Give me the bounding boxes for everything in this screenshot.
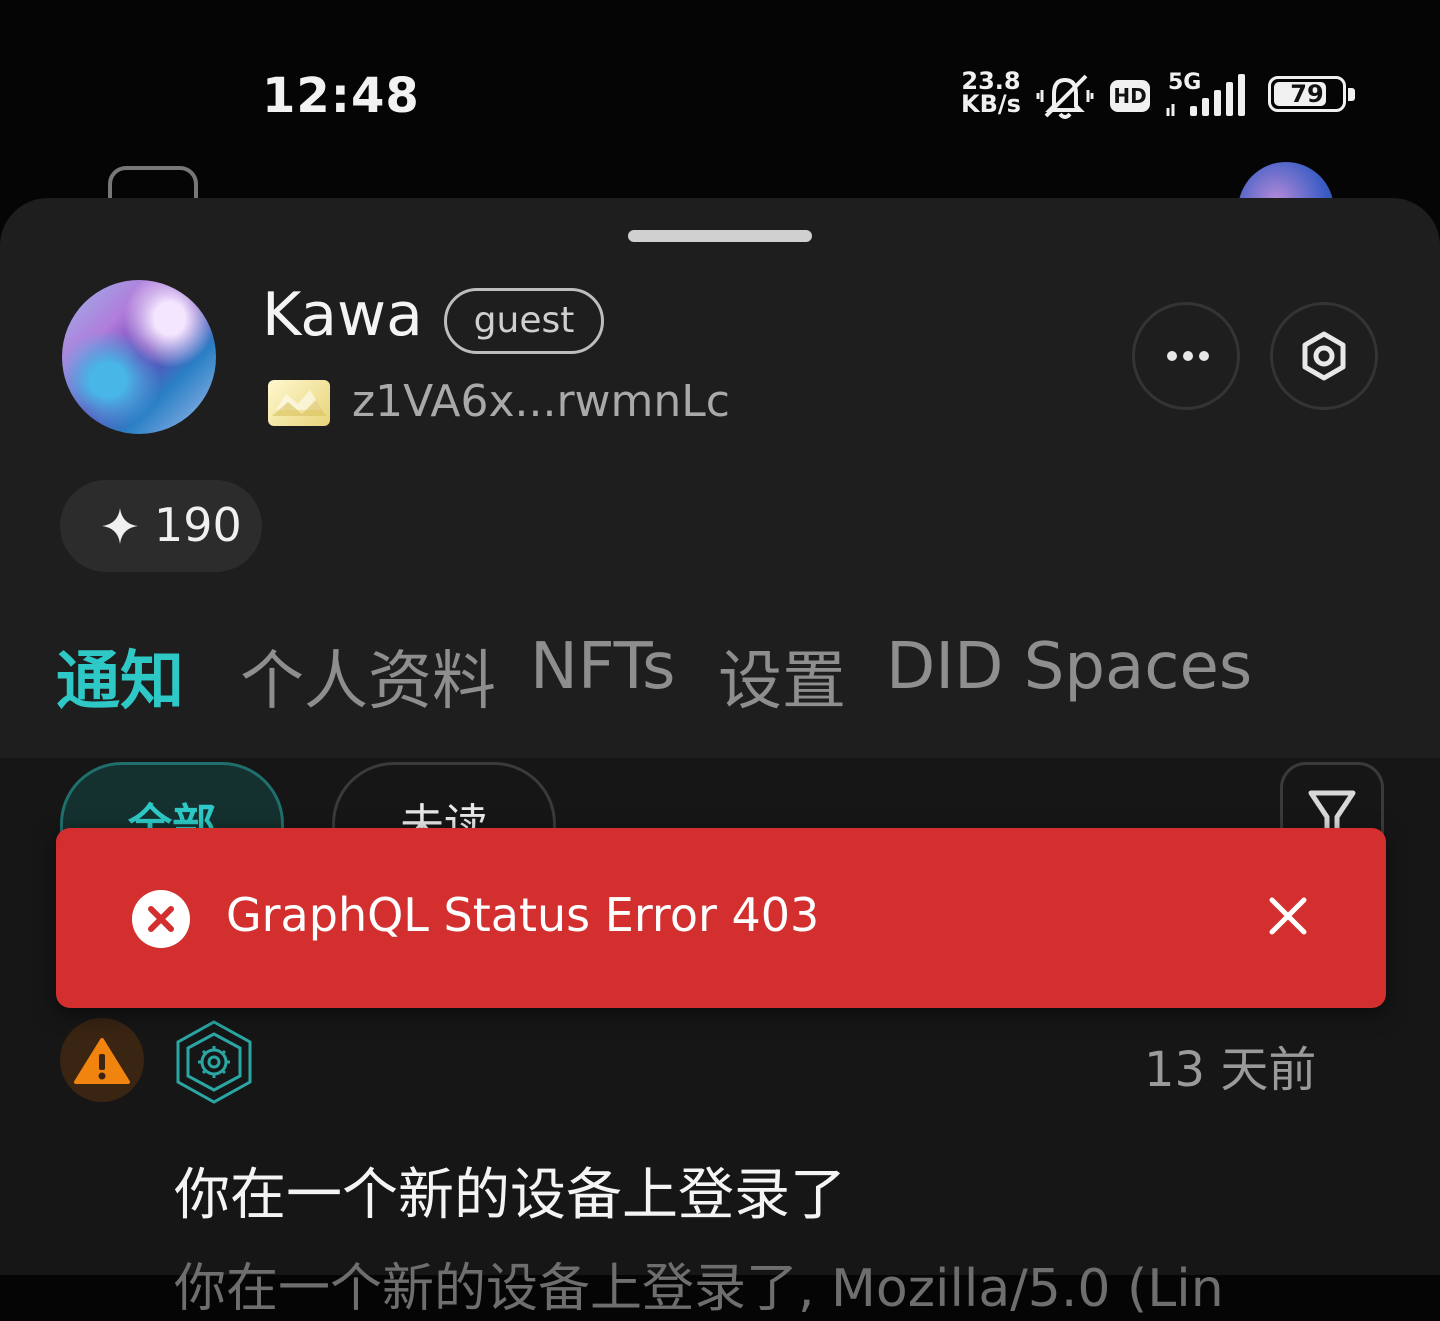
error-toast: GraphQL Status Error 403 (56, 828, 1386, 1008)
gear-icon (1302, 331, 1346, 381)
close-icon[interactable] (1266, 894, 1310, 938)
drag-handle[interactable] (628, 230, 812, 242)
did-icon (268, 380, 330, 426)
notification-title[interactable]: 你在一个新的设备上登录了 (174, 1150, 846, 1231)
sparkle-icon (102, 508, 138, 544)
error-icon (132, 890, 190, 948)
network-speed: 23.8 KB/s (958, 69, 1024, 118)
status-time: 12:48 (262, 68, 420, 124)
battery-level: 79 (1290, 80, 1324, 108)
points-chip[interactable]: 190 (60, 480, 262, 572)
tab-notifications[interactable]: 通知 (56, 630, 184, 722)
tab-profile[interactable]: 个人资料 (240, 630, 496, 722)
mute-icon (1036, 74, 1094, 119)
tab-did-spaces[interactable]: DID Spaces (886, 630, 1252, 704)
user-name: Kawa (262, 280, 423, 350)
tab-bar: 通知 个人资料 NFTs 设置 DID Spaces (0, 622, 1440, 762)
profile-sheet: Kawa guest z1VA6x...rwmnLc 190 通知 个人资料 N… (0, 198, 1440, 1275)
network-speed-unit: KB/s (961, 90, 1021, 118)
error-message: GraphQL Status Error 403 (226, 888, 820, 942)
notification-time: 13 天前 (1144, 1042, 1317, 1098)
warning-icon (60, 1018, 144, 1102)
more-icon (1167, 351, 1209, 361)
battery-cap (1348, 88, 1355, 101)
role-badge: guest (444, 288, 604, 354)
points-value: 190 (154, 498, 242, 552)
did-address[interactable]: z1VA6x...rwmnLc (352, 376, 730, 427)
notification-body[interactable]: 你在一个新的设备上登录了, Mozilla/5.0 (Lin (174, 1246, 1224, 1321)
settings-button[interactable] (1270, 302, 1378, 410)
hd-icon: HD (1110, 80, 1150, 112)
battery-icon: 79 (1268, 76, 1346, 112)
tab-settings[interactable]: 设置 (718, 630, 846, 722)
avatar[interactable] (62, 280, 216, 434)
app-settings-icon (176, 1020, 252, 1104)
more-button[interactable] (1132, 302, 1240, 410)
signal-icon (1166, 74, 1245, 116)
tab-nfts[interactable]: NFTs (530, 630, 675, 704)
